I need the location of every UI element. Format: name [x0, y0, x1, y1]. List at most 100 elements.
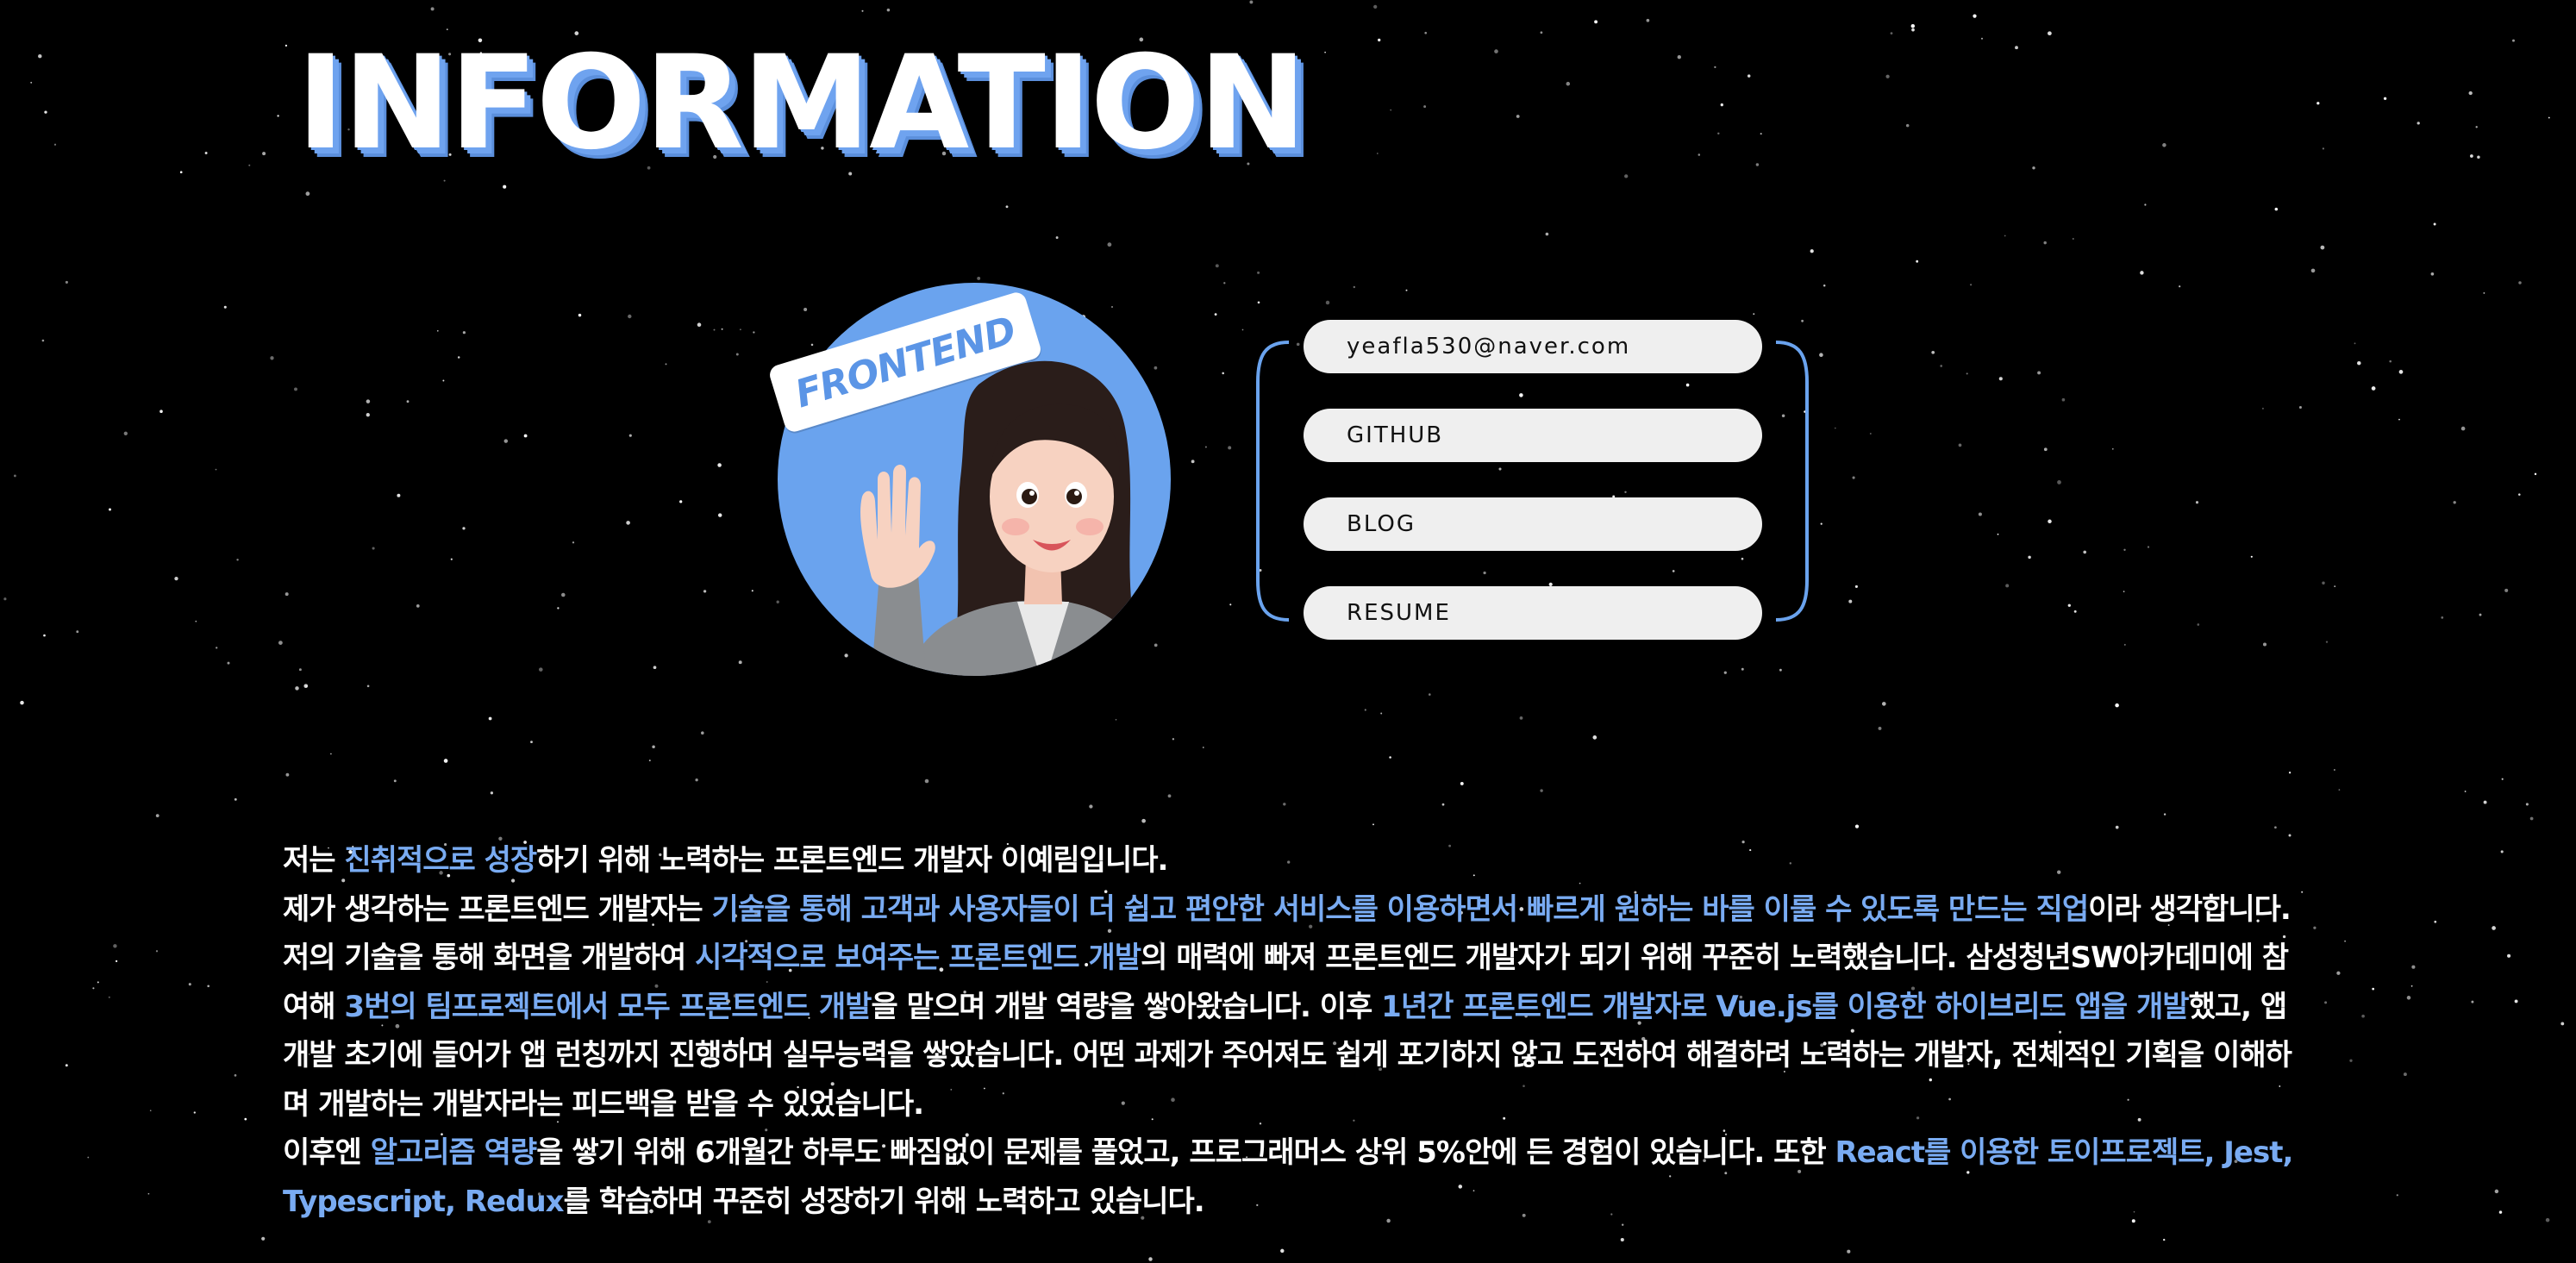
- star: [1854, 824, 1860, 828]
- star: [305, 191, 310, 197]
- star: [450, 558, 453, 560]
- blog-link[interactable]: BLOG: [1304, 497, 1762, 551]
- star: [1405, 289, 1408, 291]
- star: [2512, 39, 2515, 42]
- star: [653, 666, 657, 670]
- star: [1885, 74, 1890, 78]
- star: [2525, 803, 2529, 806]
- star: [2322, 147, 2324, 150]
- star: [2411, 965, 2416, 969]
- star: [1372, 823, 1374, 826]
- star: [1055, 236, 1059, 240]
- star: [1624, 174, 1629, 178]
- star: [1389, 756, 1391, 759]
- highlight-text: 진취적으로 성장: [344, 843, 537, 878]
- star: [695, 778, 698, 782]
- star: [44, 110, 47, 114]
- about-text: 를 학습하며 꾸준히 성장하기 위해 노력하고 있습니다.: [563, 1184, 1205, 1219]
- star: [115, 960, 118, 963]
- star: [443, 179, 446, 182]
- star: [2111, 447, 2114, 450]
- star: [2548, 116, 2550, 119]
- star: [2498, 1210, 2503, 1214]
- star: [503, 184, 507, 189]
- star: [1916, 259, 1919, 263]
- star: [2061, 397, 2066, 402]
- github-link[interactable]: GITHUB: [1304, 409, 1762, 462]
- star: [2361, 1014, 2365, 1018]
- star: [2514, 999, 2518, 1004]
- star: [1973, 14, 1977, 18]
- star: [1878, 726, 1882, 730]
- star: [2492, 926, 2496, 930]
- star: [41, 339, 45, 342]
- email-link[interactable]: yeafla530@naver.com: [1304, 320, 1762, 373]
- star: [195, 620, 197, 622]
- star: [1378, 38, 1381, 42]
- star: [1940, 365, 1943, 367]
- star: [13, 474, 16, 478]
- star: [204, 152, 208, 154]
- star: [1516, 115, 1520, 118]
- star: [2123, 591, 2125, 592]
- highlight-text: 시각적으로 보여주는 프론트엔드 개발: [695, 941, 1141, 975]
- star: [2389, 360, 2392, 363]
- star: [2179, 285, 2181, 288]
- star: [305, 685, 308, 688]
- star: [1698, 153, 1701, 156]
- star: [2470, 154, 2473, 158]
- star: [285, 772, 290, 777]
- star: [1214, 313, 1217, 316]
- star: [1191, 460, 1195, 464]
- star: [2483, 800, 2487, 804]
- star: [92, 987, 95, 990]
- star: [147, 1192, 150, 1195]
- star: [109, 508, 111, 511]
- star: [65, 1064, 68, 1067]
- star: [557, 607, 560, 610]
- star: [2460, 426, 2466, 431]
- star: [2344, 940, 2346, 942]
- star: [295, 686, 299, 691]
- star: [697, 322, 702, 328]
- star: [1376, 153, 1379, 154]
- star: [462, 331, 466, 335]
- star: [2317, 102, 2320, 105]
- star: [2057, 480, 2061, 485]
- star: [1373, 4, 1378, 9]
- star: [1566, 81, 1571, 86]
- star: [262, 152, 266, 156]
- star: [1167, 794, 1172, 798]
- star: [1854, 585, 1858, 588]
- star: [628, 434, 632, 437]
- star: [97, 981, 99, 984]
- star: [1723, 671, 1727, 674]
- star: [2417, 122, 2420, 125]
- star: [1760, 133, 1762, 135]
- star: [366, 399, 371, 403]
- star: [2072, 238, 2074, 240]
- star: [1172, 738, 1175, 741]
- star: [2274, 826, 2277, 829]
- star: [1834, 427, 1836, 429]
- star: [1881, 702, 1886, 706]
- star: [294, 387, 297, 391]
- star: [1115, 718, 1117, 721]
- star: [436, 329, 439, 332]
- star: [457, 356, 460, 359]
- star: [679, 500, 683, 503]
- star: [1910, 23, 1916, 28]
- star: [193, 1111, 196, 1114]
- star: [1390, 109, 1392, 111]
- star: [1848, 599, 1853, 603]
- star: [2534, 472, 2537, 476]
- star: [1905, 123, 1910, 128]
- star: [2262, 642, 2267, 647]
- star: [490, 791, 494, 795]
- resume-link[interactable]: RESUME: [1304, 586, 1762, 640]
- star: [1257, 301, 1260, 304]
- star: [2048, 519, 2052, 524]
- star: [2298, 405, 2302, 410]
- star: [397, 493, 401, 497]
- star: [2274, 207, 2279, 211]
